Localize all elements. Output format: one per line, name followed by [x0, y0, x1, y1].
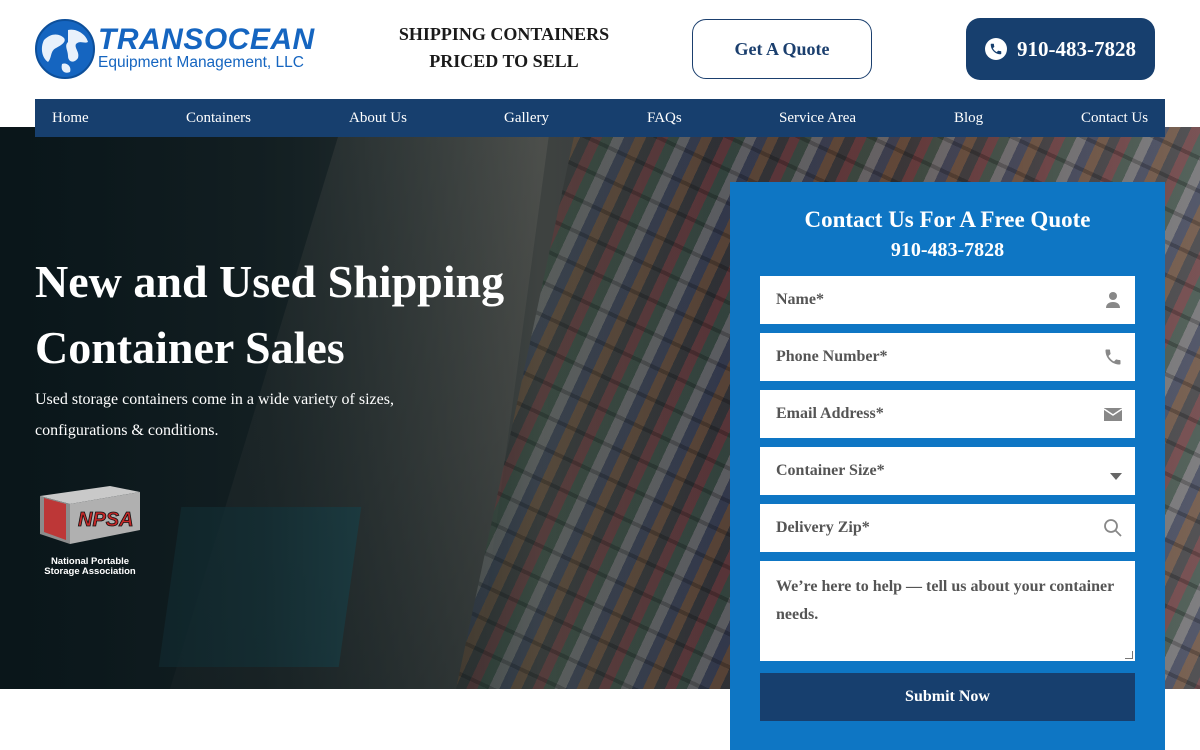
nav-item-blog[interactable]: Blog — [954, 99, 983, 137]
logo-subtitle: Equipment Management, LLC — [98, 54, 304, 71]
form-phone-link[interactable]: 910-483-7828 — [730, 237, 1165, 263]
email-field[interactable]: Email Address* — [760, 390, 1135, 438]
textarea-resize-handle[interactable] — [1125, 651, 1133, 659]
site-logo[interactable]: TRANSOCEAN Equipment Management, LLC — [34, 18, 324, 80]
npsa-container-logo: NPSA — [40, 486, 140, 544]
phone-number-field[interactable]: Phone Number* — [760, 333, 1135, 381]
container-size-select[interactable]: Container Size* — [760, 447, 1135, 495]
globe-logo-icon — [35, 19, 95, 79]
envelope-icon — [1103, 408, 1123, 421]
phone-button-label: 910-483-7828 — [1017, 36, 1136, 61]
chevron-down-icon — [1110, 473, 1122, 480]
hero-desc-line-1: Used storage containers come in a wide v… — [35, 391, 394, 408]
nav-item-containers[interactable]: Containers — [186, 99, 251, 137]
hero-title-line-2: Container Sales — [35, 322, 345, 373]
email-field-placeholder: Email Address* — [776, 405, 884, 422]
tagline-line-2: PRICED TO SELL — [429, 51, 579, 71]
name-field-placeholder: Name* — [776, 291, 824, 308]
nav-item-contact-us[interactable]: Contact Us — [1081, 99, 1148, 137]
nav-item-faqs[interactable]: FAQs — [647, 99, 682, 137]
submit-button[interactable]: Submit Now — [760, 673, 1135, 721]
get-quote-button[interactable]: Get A Quote — [692, 19, 872, 79]
hero-title: New and Used Shipping Container Sales — [35, 249, 595, 381]
nav-item-home[interactable]: Home — [52, 99, 89, 137]
nav-item-service-area[interactable]: Service Area — [779, 99, 856, 137]
npsa-logo-text: NPSA — [78, 509, 134, 531]
main-nav: Home Containers About Us Gallery FAQs Se… — [35, 99, 1165, 137]
message-placeholder: We’re here to help — tell us about your … — [776, 578, 1114, 623]
phone-field-placeholder: Phone Number* — [776, 348, 888, 365]
search-icon — [1104, 519, 1122, 537]
zip-field-placeholder: Delivery Zip* — [776, 519, 870, 536]
quote-form-panel: Contact Us For A Free Quote 910-483-7828… — [730, 182, 1165, 750]
hero-description: Used storage containers come in a wide v… — [35, 384, 435, 446]
phone-handset-icon — [1105, 349, 1121, 365]
tagline-line-1: SHIPPING CONTAINERS — [398, 24, 610, 44]
logo-brand: TRANSOCEAN — [98, 23, 315, 56]
npsa-caption: National Portable Storage Association — [36, 557, 144, 577]
nav-item-gallery[interactable]: Gallery — [504, 99, 549, 137]
container-size-label: Container Size* — [776, 462, 885, 479]
header-tagline: SHIPPING CONTAINERS PRICED TO SELL — [380, 21, 628, 75]
name-field[interactable]: Name* — [760, 276, 1135, 324]
npsa-badge: NPSA National Portable Storage Associati… — [36, 482, 144, 582]
hero-title-line-1: New and Used Shipping — [35, 256, 505, 307]
form-title: Contact Us For A Free Quote — [804, 207, 1091, 232]
message-textarea[interactable]: We’re here to help — tell us about your … — [760, 561, 1135, 661]
npsa-caption-line-2: Storage Association — [44, 566, 136, 577]
call-phone-button[interactable]: 910-483-7828 — [966, 18, 1155, 80]
site-header: TRANSOCEAN Equipment Management, LLC SHI… — [0, 0, 1200, 99]
delivery-zip-field[interactable]: Delivery Zip* — [760, 504, 1135, 552]
user-icon — [1106, 292, 1120, 308]
nav-item-about-us[interactable]: About Us — [349, 99, 407, 137]
hero-desc-line-2: configurations & conditions. — [35, 422, 219, 439]
phone-icon — [985, 38, 1007, 60]
